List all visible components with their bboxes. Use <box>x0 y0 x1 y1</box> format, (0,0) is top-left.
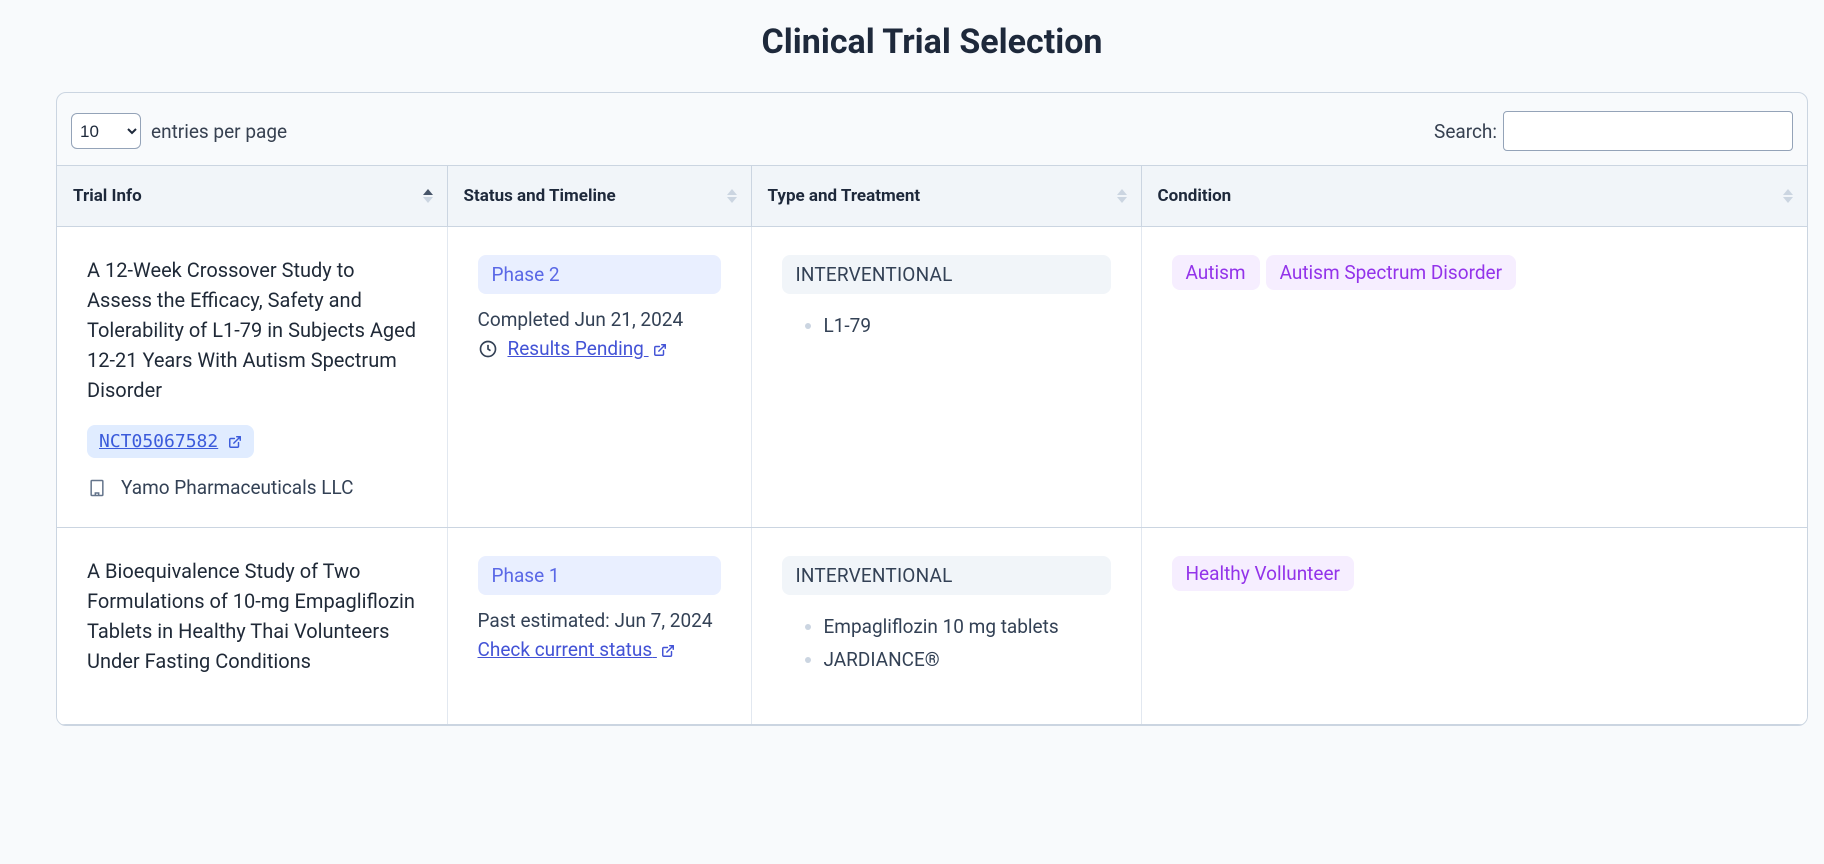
condition-pills: AutismAutism Spectrum Disorder <box>1172 255 1778 302</box>
column-header-trial-info[interactable]: Trial Info <box>57 166 447 227</box>
nct-id: NCT05067582 <box>99 431 218 452</box>
list-item: JARDIANCE® <box>824 648 1111 671</box>
sort-icon <box>1783 189 1793 203</box>
sort-icon <box>423 189 433 203</box>
trials-table-card: 10 entries per page Search: Trial Info S <box>56 92 1808 726</box>
sponsor-row: Yamo Pharmaceuticals LLC <box>87 476 417 499</box>
status-link[interactable]: Check current status <box>478 638 675 661</box>
page-title: Clinical Trial Selection <box>56 22 1808 62</box>
cell-status: Phase 2 Completed Jun 21, 2024 Results P… <box>447 227 751 528</box>
condition-pills: Healthy Vollunteer <box>1172 556 1778 603</box>
table-row: A Bioequivalence Study of Two Formulatio… <box>57 528 1807 725</box>
cell-trial-info: A 12-Week Crossover Study to Assess the … <box>57 227 447 528</box>
column-header-label: Status and Timeline <box>464 186 616 206</box>
clock-icon <box>478 339 498 359</box>
treatment-list: Empagliflozin 10 mg tablets JARDIANCE® <box>782 615 1111 671</box>
trial-title: A Bioequivalence Study of Two Formulatio… <box>87 556 417 676</box>
sort-icon <box>727 189 737 203</box>
cell-condition: AutismAutism Spectrum Disorder <box>1141 227 1807 528</box>
status-text: Past estimated: Jun 7, 2024 <box>478 609 721 632</box>
column-header-label: Type and Treatment <box>768 186 921 206</box>
phase-badge: Phase 2 <box>478 255 721 294</box>
cell-type: INTERVENTIONAL L1-79 <box>751 227 1141 528</box>
cell-type: INTERVENTIONAL Empagliflozin 10 mg table… <box>751 528 1141 725</box>
condition-pill: Autism <box>1172 255 1260 290</box>
entries-per-page-label: entries per page <box>151 120 287 143</box>
condition-pill: Healthy Vollunteer <box>1172 556 1355 591</box>
nct-link[interactable]: NCT05067582 <box>87 425 254 458</box>
entries-per-page-select[interactable]: 10 <box>71 113 141 149</box>
external-link-icon <box>661 644 675 658</box>
column-header-label: Condition <box>1158 186 1232 206</box>
column-header-condition[interactable]: Condition <box>1141 166 1807 227</box>
trials-table: Trial Info Status and Timeline Type and … <box>57 165 1807 725</box>
trial-title: A 12-Week Crossover Study to Assess the … <box>87 255 417 405</box>
type-badge: INTERVENTIONAL <box>782 556 1111 595</box>
nct-badge-wrapper: NCT05067582 <box>87 425 417 476</box>
cell-condition: Healthy Vollunteer <box>1141 528 1807 725</box>
status-link[interactable]: Results Pending <box>508 337 667 360</box>
sort-icon <box>1117 189 1127 203</box>
column-header-label: Trial Info <box>73 186 142 206</box>
phase-badge: Phase 1 <box>478 556 721 595</box>
cell-status: Phase 1 Past estimated: Jun 7, 2024 Chec… <box>447 528 751 725</box>
status-link-label: Results Pending <box>508 337 644 360</box>
list-item: L1-79 <box>824 314 1111 337</box>
external-link-icon <box>653 343 667 357</box>
column-header-status[interactable]: Status and Timeline <box>447 166 751 227</box>
sponsor-name: Yamo Pharmaceuticals LLC <box>121 476 353 499</box>
status-link-row: Check current status <box>478 638 721 661</box>
search-input[interactable] <box>1503 111 1793 151</box>
list-item: Empagliflozin 10 mg tablets <box>824 615 1111 638</box>
cell-trial-info: A Bioequivalence Study of Two Formulatio… <box>57 528 447 725</box>
status-text: Completed Jun 21, 2024 <box>478 308 721 331</box>
treatment-list: L1-79 <box>782 314 1111 337</box>
table-controls: 10 entries per page Search: <box>57 93 1807 165</box>
column-header-type[interactable]: Type and Treatment <box>751 166 1141 227</box>
condition-pill: Autism Spectrum Disorder <box>1266 255 1516 290</box>
external-link-icon <box>228 435 242 449</box>
table-row: A 12-Week Crossover Study to Assess the … <box>57 227 1807 528</box>
status-link-label: Check current status <box>478 638 653 661</box>
type-badge: INTERVENTIONAL <box>782 255 1111 294</box>
status-link-row: Results Pending <box>478 337 721 360</box>
search-label: Search: <box>1434 120 1497 143</box>
building-icon <box>87 478 107 498</box>
